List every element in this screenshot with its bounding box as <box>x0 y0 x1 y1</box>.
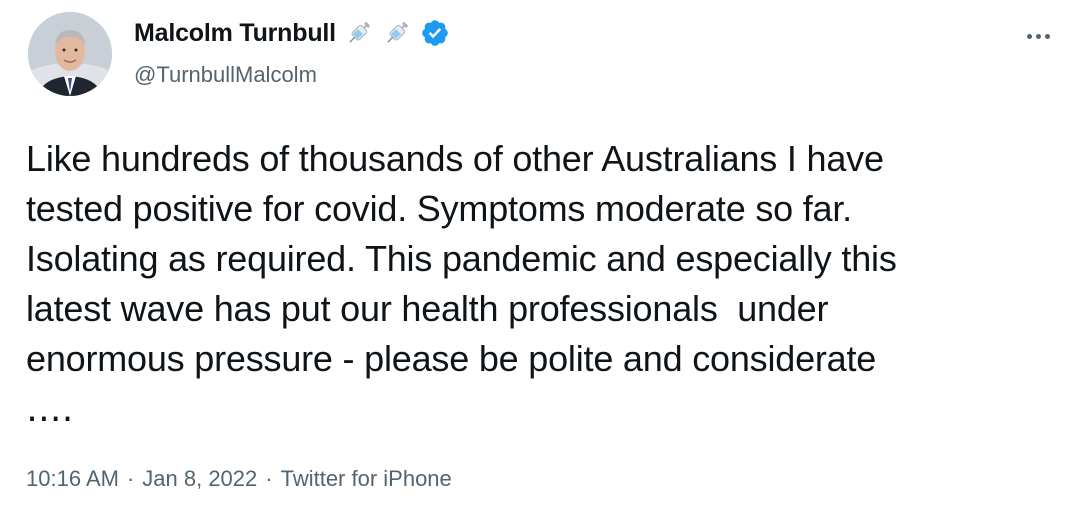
tweet-source[interactable]: Twitter for iPhone <box>281 466 452 492</box>
tweet-time[interactable]: 10:16 AM <box>26 466 119 492</box>
more-dot <box>1044 33 1050 39</box>
meta-separator: · <box>126 466 135 491</box>
avatar-image <box>28 12 112 96</box>
more-options-button[interactable] <box>1018 24 1058 48</box>
tweet-metadata: 10:16 AM · Jan 8, 2022 · Twitter for iPh… <box>26 466 452 492</box>
avatar[interactable] <box>28 12 112 96</box>
tweet-date[interactable]: Jan 8, 2022 <box>142 466 257 492</box>
more-horizontal-icon <box>1026 33 1032 39</box>
verified-badge-icon <box>422 20 448 46</box>
author-name-row: Malcolm Turnbull <box>134 18 450 48</box>
syringe-icon <box>387 22 408 43</box>
author-handle[interactable]: @TurnbullMalcolm <box>134 62 317 88</box>
syringe-icon <box>349 22 370 43</box>
tweet-text: Like hundreds of thousands of other Aust… <box>26 138 897 429</box>
tweet-card: Malcolm Turnbull @TurnbullMalcolm Like h… <box>0 0 1080 521</box>
author-display-name[interactable]: Malcolm Turnbull <box>134 19 336 48</box>
more-dot <box>1035 33 1041 39</box>
meta-separator: · <box>265 466 273 491</box>
